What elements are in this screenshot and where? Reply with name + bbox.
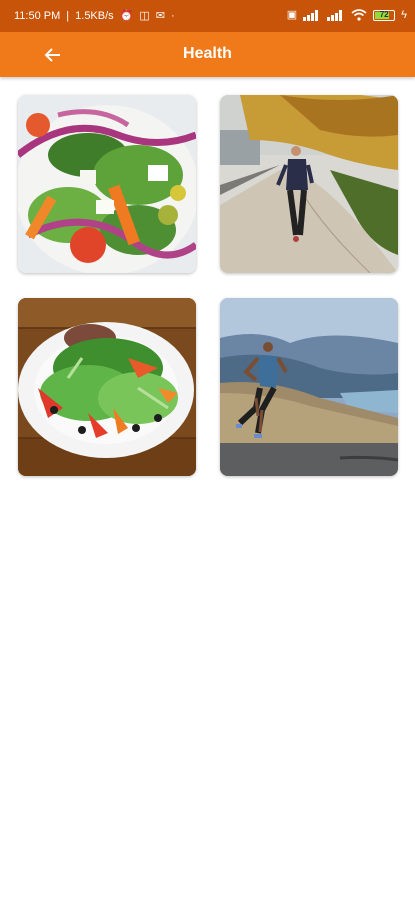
notification-icon: ◫ bbox=[139, 10, 150, 22]
jogging-woman-image bbox=[220, 95, 398, 273]
dot-icon: · bbox=[171, 10, 175, 22]
runner-man-image bbox=[220, 298, 398, 476]
signal-icon-2 bbox=[327, 10, 343, 21]
charging-icon: ϟ bbox=[401, 9, 407, 21]
sim-icon: ▣ bbox=[286, 9, 298, 21]
status-bar: 11:50 PM | 1.5KB/s ⏰ ◫ ✉ · ▣ 72 ϟ bbox=[0, 0, 415, 32]
battery-icon: 72 bbox=[373, 9, 396, 21]
salad-image bbox=[18, 95, 196, 273]
wifi-icon bbox=[351, 9, 367, 21]
mail-icon: ✉ bbox=[155, 10, 165, 22]
jogging-tile[interactable] bbox=[220, 95, 398, 273]
battery-level: 72 bbox=[379, 9, 389, 19]
salad-tile[interactable] bbox=[18, 95, 196, 273]
salad-plate-image bbox=[18, 298, 196, 476]
salad-plate-tile[interactable] bbox=[18, 298, 196, 476]
runner-tile[interactable] bbox=[220, 298, 398, 476]
page-title: Health bbox=[183, 45, 232, 62]
signal-icon bbox=[303, 10, 319, 21]
status-speed: 1.5KB/s bbox=[75, 10, 114, 22]
status-left: 11:50 PM | 1.5KB/s ⏰ ◫ ✉ · bbox=[14, 10, 175, 22]
alarm-icon: ⏰ bbox=[119, 10, 134, 22]
app-bar: Health bbox=[0, 32, 415, 77]
status-right: ▣ 72 ϟ bbox=[287, 8, 407, 22]
status-time: 11:50 PM bbox=[14, 10, 61, 22]
